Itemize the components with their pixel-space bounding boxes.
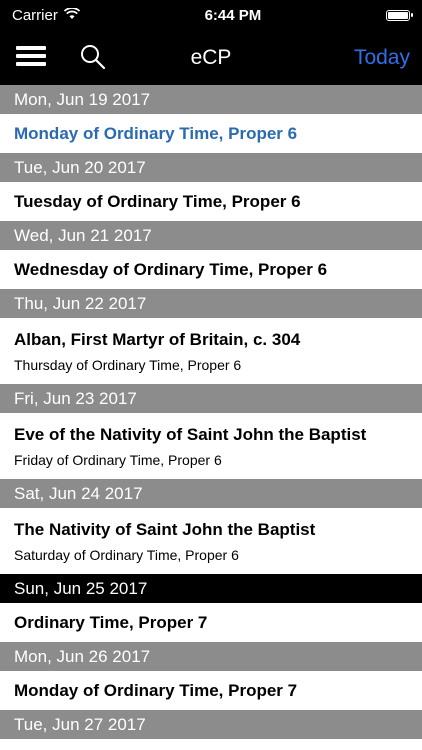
status-left: Carrier xyxy=(12,7,80,24)
date-header: Tue, Jun 20 2017 xyxy=(0,153,422,182)
nav-bar: eCP Today xyxy=(0,30,422,85)
status-bar: Carrier 6:44 PM xyxy=(0,0,422,30)
day-row[interactable]: Wednesday of Ordinary Time, Proper 6 xyxy=(0,250,422,289)
date-header: Mon, Jun 26 2017 xyxy=(0,642,422,671)
date-header: Fri, Jun 23 2017 xyxy=(0,384,422,413)
date-header: Tue, Jun 27 2017 xyxy=(0,710,422,739)
today-button[interactable]: Today xyxy=(354,46,410,70)
day-row[interactable]: Eve of the Nativity of Saint John the Ba… xyxy=(0,413,422,479)
observance-title: Tuesday of Ordinary Time, Proper 6 xyxy=(14,191,301,211)
observance-title: Eve of the Nativity of Saint John the Ba… xyxy=(14,424,367,444)
wifi-icon xyxy=(63,6,80,24)
day-row[interactable]: Monday of Ordinary Time, Proper 6 xyxy=(0,114,422,153)
observance-title: Ordinary Time, Proper 7 xyxy=(14,612,208,632)
observance-title: Monday of Ordinary Time, Proper 7 xyxy=(14,680,298,700)
day-row[interactable]: Ordinary Time, Proper 7 xyxy=(0,603,422,642)
observance-subtitle: Saturday of Ordinary Time, Proper 6 xyxy=(14,546,239,563)
observance-subtitle: Thursday of Ordinary Time, Proper 6 xyxy=(14,356,242,373)
clock: 6:44 PM xyxy=(204,6,262,24)
day-row[interactable]: Monday of Ordinary Time, Proper 7 xyxy=(0,671,422,710)
observance-subtitle: Friday of Ordinary Time, Proper 6 xyxy=(14,451,222,468)
date-header: Thu, Jun 22 2017 xyxy=(0,289,422,318)
day-row[interactable]: Tuesday of Ordinary Time, Proper 6 xyxy=(0,182,422,221)
day-row[interactable]: Alban, First Martyr of Britain, c. 304 Th… xyxy=(0,318,422,384)
date-header: Sun, Jun 25 2017 xyxy=(0,574,422,603)
date-header: Wed, Jun 21 2017 xyxy=(0,221,422,250)
day-row[interactable]: The Nativity of Saint John the Baptist Sa… xyxy=(0,508,422,574)
calendar-day-list: Mon, Jun 19 2017 Monday of Ordinary Time,… xyxy=(0,85,422,739)
observance-title: Alban, First Martyr of Britain, c. 304 xyxy=(14,329,301,349)
date-header: Sat, Jun 24 2017 xyxy=(0,479,422,508)
observance-title: Wednesday of Ordinary Time, Proper 6 xyxy=(14,259,328,279)
observance-title: The Nativity of Saint John the Baptist xyxy=(14,519,316,539)
carrier-label: Carrier xyxy=(12,6,58,24)
status-right xyxy=(385,9,413,21)
battery-icon xyxy=(385,9,413,21)
date-header: Mon, Jun 19 2017 xyxy=(0,85,422,114)
observance-title: Monday of Ordinary Time, Proper 6 xyxy=(14,123,298,143)
